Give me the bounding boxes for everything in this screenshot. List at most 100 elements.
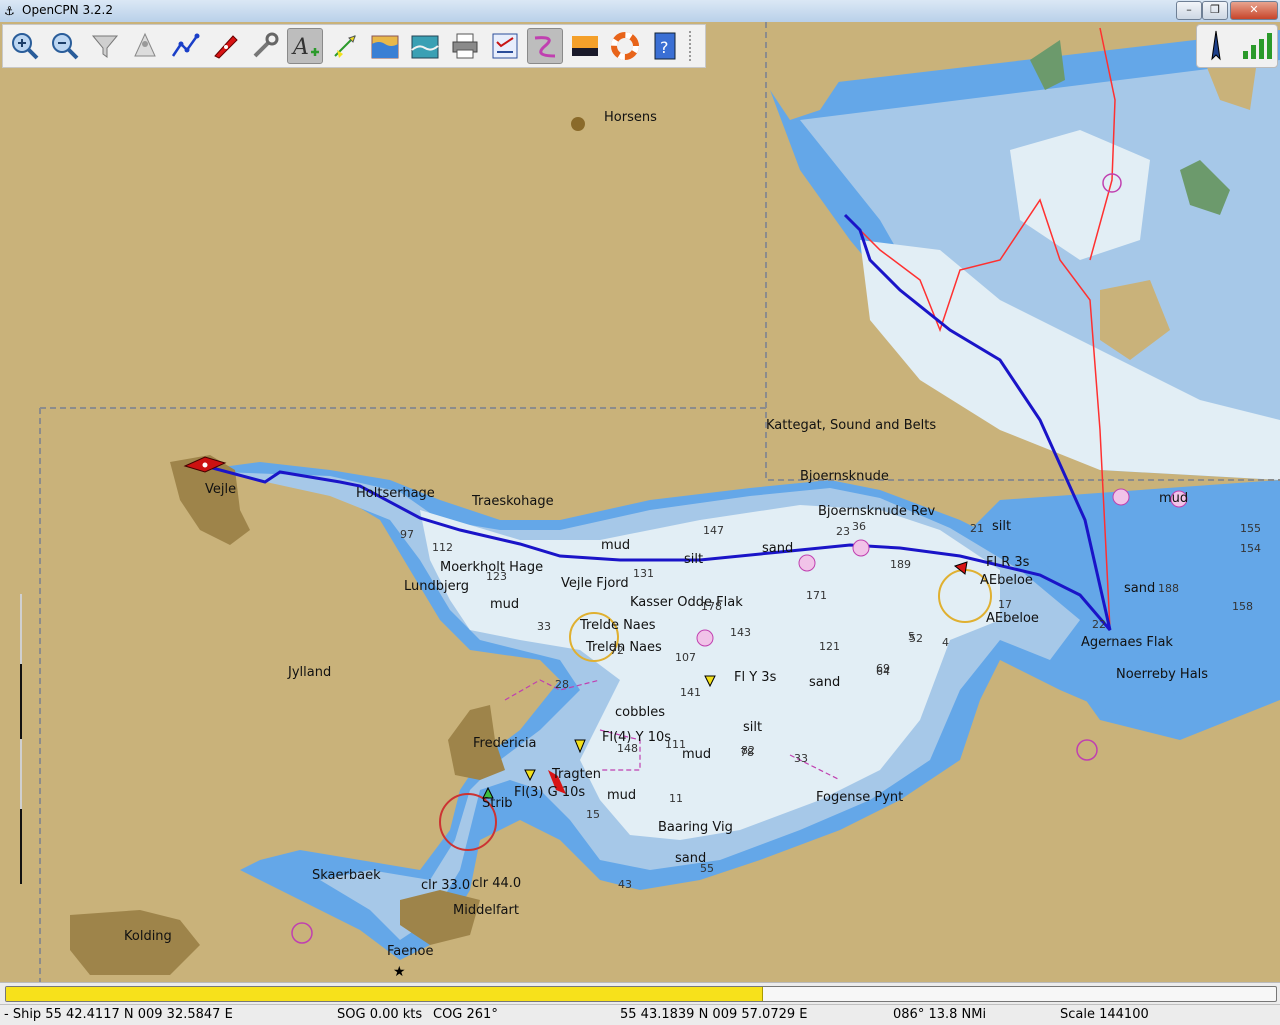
text-button[interactable]: A bbox=[287, 28, 323, 64]
status-bearing-distance: 086° 13.8 NMi bbox=[893, 1007, 987, 1022]
depth-sounding: 141 bbox=[680, 686, 701, 699]
chart-bar-area bbox=[0, 982, 1280, 1005]
chart-quilt-button[interactable] bbox=[87, 28, 123, 64]
depth-sounding: 33 bbox=[537, 620, 551, 633]
label-seabed: mud bbox=[1159, 491, 1189, 506]
route-button[interactable] bbox=[167, 28, 203, 64]
status-ship-position: - Ship 55 42.4117 N 009 32.5847 E bbox=[4, 1007, 233, 1022]
settings-button[interactable] bbox=[247, 28, 283, 64]
label-strib: Strib bbox=[482, 796, 513, 811]
depth-sounding: 5 bbox=[908, 630, 915, 643]
label-vejle-fjord: Vejle Fjord bbox=[561, 576, 629, 591]
depth-sounding: 112 bbox=[432, 541, 453, 554]
shift-chart-button[interactable] bbox=[127, 28, 163, 64]
ship-icon bbox=[214, 35, 238, 59]
svg-text:?: ? bbox=[660, 38, 669, 57]
label-seabed: mud bbox=[682, 747, 712, 762]
wrench-icon bbox=[253, 32, 279, 58]
mob-button[interactable] bbox=[607, 28, 643, 64]
label-bjoernsknude-rev: Bjoernsknude Rev bbox=[818, 504, 936, 519]
zoom-out-button[interactable] bbox=[47, 28, 83, 64]
depth-sounding: 123 bbox=[486, 570, 507, 583]
maximize-button[interactable]: ❐ bbox=[1202, 1, 1228, 20]
label-seabed: mud bbox=[490, 597, 520, 612]
label-faenoe: Faenoe bbox=[387, 944, 434, 959]
label-seabed: mud bbox=[607, 788, 637, 803]
depth-sounding: 17 bbox=[998, 598, 1012, 611]
sunset-icon bbox=[572, 36, 598, 56]
tide-icon bbox=[371, 35, 399, 59]
depth-sounding: 188 bbox=[1158, 582, 1179, 595]
zoom-in-button[interactable] bbox=[7, 28, 43, 64]
label-noerreby-hals: Noerreby Hals bbox=[1116, 667, 1209, 682]
lifebuoy-icon bbox=[611, 32, 639, 60]
depth-sounding: 154 bbox=[1240, 542, 1261, 555]
label-lundbjerg: Lundbjerg bbox=[404, 579, 469, 594]
depth-sounding: 4 bbox=[942, 636, 949, 649]
depth-sounding: 171 bbox=[806, 589, 827, 602]
text-add-icon: A bbox=[291, 35, 319, 60]
close-button[interactable]: ✕ bbox=[1230, 1, 1278, 20]
auto-follow-button[interactable] bbox=[207, 28, 243, 64]
label-seabed: sand bbox=[1124, 581, 1156, 596]
label-fl-r-3s: Fl R 3s bbox=[986, 555, 1030, 570]
title-bar: ⚓ OpenCPN 3.2.2 – ❐ ✕ bbox=[0, 0, 1280, 23]
label-aebeloe: AEbeloe bbox=[986, 611, 1039, 626]
depth-sounding: 11 bbox=[669, 792, 683, 805]
checklist-icon bbox=[492, 33, 518, 59]
depth-sounding: 72 bbox=[610, 644, 624, 657]
label-skaerbaek: Skaerbaek bbox=[312, 868, 381, 883]
depth-sounding: 21 bbox=[970, 522, 984, 535]
depth-sounding: 55 bbox=[700, 862, 714, 875]
zoom-out-icon bbox=[52, 33, 79, 60]
nautical-chart[interactable]: ★ bbox=[0, 22, 1280, 1004]
label-jylland: Jylland bbox=[288, 665, 332, 680]
funnel-icon bbox=[91, 35, 119, 58]
chart-quilt-fill bbox=[6, 987, 763, 1001]
toolbar-grip[interactable] bbox=[689, 31, 697, 61]
compass-toolbar bbox=[1196, 24, 1278, 68]
depth-sounding: 97 bbox=[400, 528, 414, 541]
route-manager-button[interactable] bbox=[487, 28, 523, 64]
route-icon bbox=[171, 33, 200, 57]
depth-sounding: 28 bbox=[555, 678, 569, 691]
label-seabed: sand bbox=[809, 675, 841, 690]
tide-button[interactable] bbox=[367, 28, 403, 64]
depth-sounding: 121 bbox=[819, 640, 840, 653]
label-fredericia: Fredericia bbox=[473, 736, 537, 751]
depth-sounding: 178 bbox=[701, 600, 722, 613]
print-button[interactable] bbox=[447, 28, 483, 64]
label-holtserhage: Holtserhage bbox=[356, 486, 435, 501]
label-middelfart: Middelfart bbox=[453, 903, 519, 918]
label-bjoernsknude: Bjoernsknude bbox=[800, 469, 889, 484]
label-agernaes-flak: Agernaes Flak bbox=[1081, 635, 1173, 650]
color-scheme-button[interactable] bbox=[567, 28, 603, 64]
depth-sounding: 36 bbox=[852, 520, 866, 533]
label-seabed: silt bbox=[743, 720, 763, 735]
status-bar: - Ship 55 42.4117 N 009 32.5847 E SOG 0.… bbox=[0, 1004, 1280, 1025]
label-kasser-odde-flak: Kasser Odde Flak bbox=[630, 595, 743, 610]
main-toolbar: A ? bbox=[2, 24, 706, 68]
status-cog: COG 261° bbox=[433, 1007, 498, 1022]
gps-signal-icon[interactable] bbox=[1239, 29, 1273, 63]
minimize-button[interactable]: – bbox=[1176, 1, 1202, 20]
gauge-button[interactable] bbox=[407, 28, 443, 64]
track-button[interactable] bbox=[527, 28, 563, 64]
depth-sounding: 131 bbox=[633, 567, 654, 580]
depth-sounding: 148 bbox=[617, 742, 638, 755]
status-sog: SOG 0.00 kts bbox=[337, 1007, 423, 1022]
svg-text:A: A bbox=[291, 35, 309, 60]
depth-sounding: 23 bbox=[836, 525, 850, 538]
compass-icon[interactable] bbox=[1202, 29, 1230, 63]
chart-quilt-bar[interactable] bbox=[5, 986, 1277, 1002]
chart-canvas[interactable]: ★ Horsens Kattegat, Sound and Belts Bjoe… bbox=[0, 22, 1280, 1004]
label-kattegat: Kattegat, Sound and Belts bbox=[766, 418, 937, 433]
svg-text:★: ★ bbox=[393, 964, 406, 980]
help-button[interactable]: ? bbox=[647, 28, 683, 64]
current-button[interactable] bbox=[327, 28, 363, 64]
window-title: OpenCPN 3.2.2 bbox=[22, 3, 113, 17]
label-seabed: silt bbox=[992, 519, 1012, 534]
depth-sounding: 107 bbox=[675, 651, 696, 664]
status-cursor-position: 55 43.1839 N 009 57.0729 E bbox=[620, 1007, 808, 1022]
chart-scale-bar bbox=[19, 594, 23, 884]
